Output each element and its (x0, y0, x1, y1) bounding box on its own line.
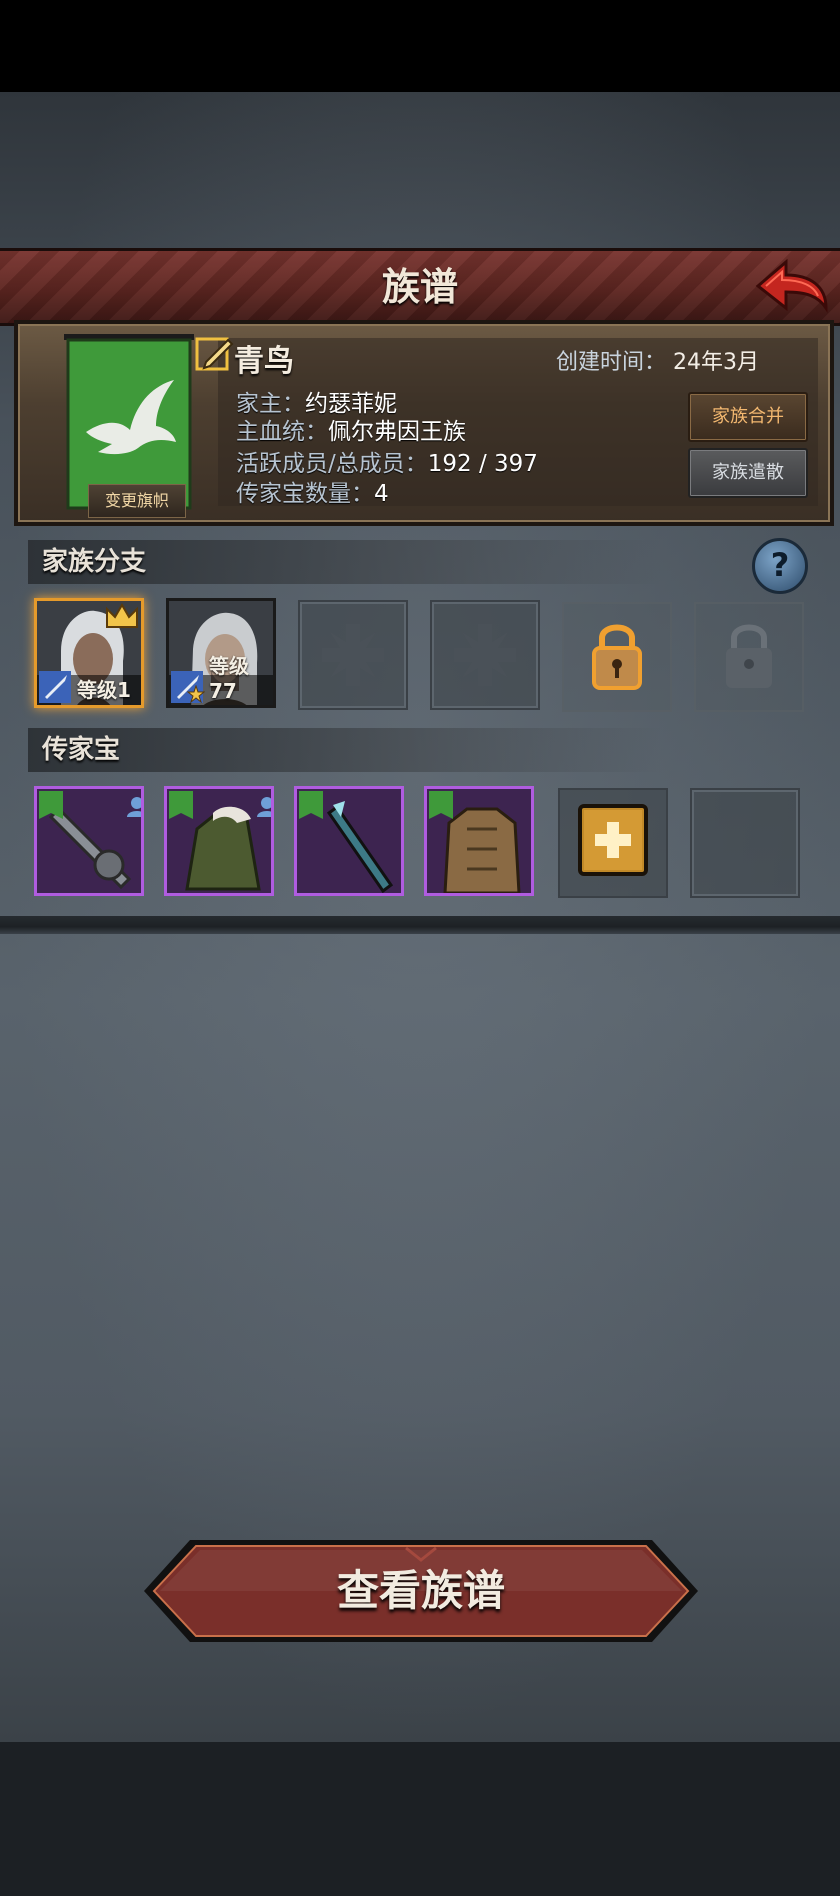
created-time: 创建时间： 24年3月 (556, 344, 759, 376)
family-name: 青鸟 (234, 344, 294, 379)
branch-locked-slot[interactable] (562, 602, 672, 712)
page-title: 族谱 (381, 265, 458, 309)
members-row: 活跃成员/总成员：192 / 397 (236, 444, 538, 478)
cross-icon (454, 624, 516, 686)
padlock-icon (726, 624, 772, 688)
heirloom-count-row: 传家宝数量：4 (236, 474, 389, 508)
member-level: 等级77 (209, 654, 249, 703)
heirloom-item-3[interactable] (294, 786, 404, 896)
heirloom-count-value: 4 (374, 481, 389, 507)
bottom-nav-bar (0, 1742, 840, 1896)
members-value: 192 / 397 (427, 451, 538, 477)
heirloom-add-slot[interactable] (558, 788, 668, 898)
heirlooms-section-title: 传家宝 (28, 728, 662, 772)
branch-member-1[interactable]: 等级1 (34, 598, 144, 708)
padlock-icon (592, 624, 642, 690)
sword-class-icon (39, 671, 71, 703)
cross-icon (322, 624, 384, 686)
edit-name-icon[interactable] (194, 334, 234, 374)
heirloom-count-label: 传家宝数量： (236, 481, 374, 507)
greatsword-icon (37, 789, 141, 893)
branches-section-title: 家族分支 (28, 540, 662, 584)
fur-coat-icon (167, 789, 271, 893)
back-arrow-icon[interactable] (752, 256, 832, 316)
heirloom-item-1[interactable] (34, 786, 144, 896)
armor-icon (427, 789, 531, 893)
bloodline-value: 佩尔弗因王族 (328, 419, 466, 445)
spear-icon (297, 789, 401, 893)
member-level: 等级1 (77, 678, 131, 702)
bloodline-row: 主血统：佩尔弗因王族 (236, 412, 466, 446)
top-status-bar (0, 0, 840, 92)
view-family-tree-button[interactable]: 查看族谱 (140, 1536, 702, 1646)
title-bar: 族谱 (0, 248, 840, 326)
branch-empty-slot[interactable] (298, 600, 408, 710)
change-banner-button[interactable]: 变更旗帜 (88, 484, 186, 518)
star-icon (187, 685, 205, 703)
branch-empty-slot[interactable] (430, 600, 540, 710)
bloodline-label: 主血统： (236, 419, 328, 445)
plus-icon (578, 804, 648, 876)
crown-icon (106, 603, 138, 628)
created-value: 24年3月 (673, 350, 760, 375)
heirloom-item-4[interactable] (424, 786, 534, 896)
created-label: 创建时间： (556, 350, 667, 375)
section-divider (0, 916, 840, 934)
branch-locked-slot (694, 602, 804, 712)
heirloom-empty-slot (690, 788, 800, 898)
branch-member-2[interactable]: 等级77 (166, 598, 276, 708)
family-merge-button[interactable]: 家族合并 (688, 392, 808, 442)
family-disband-button[interactable]: 家族遣散 (688, 448, 808, 498)
help-icon[interactable]: ? (752, 538, 808, 594)
heirloom-item-2[interactable] (164, 786, 274, 896)
